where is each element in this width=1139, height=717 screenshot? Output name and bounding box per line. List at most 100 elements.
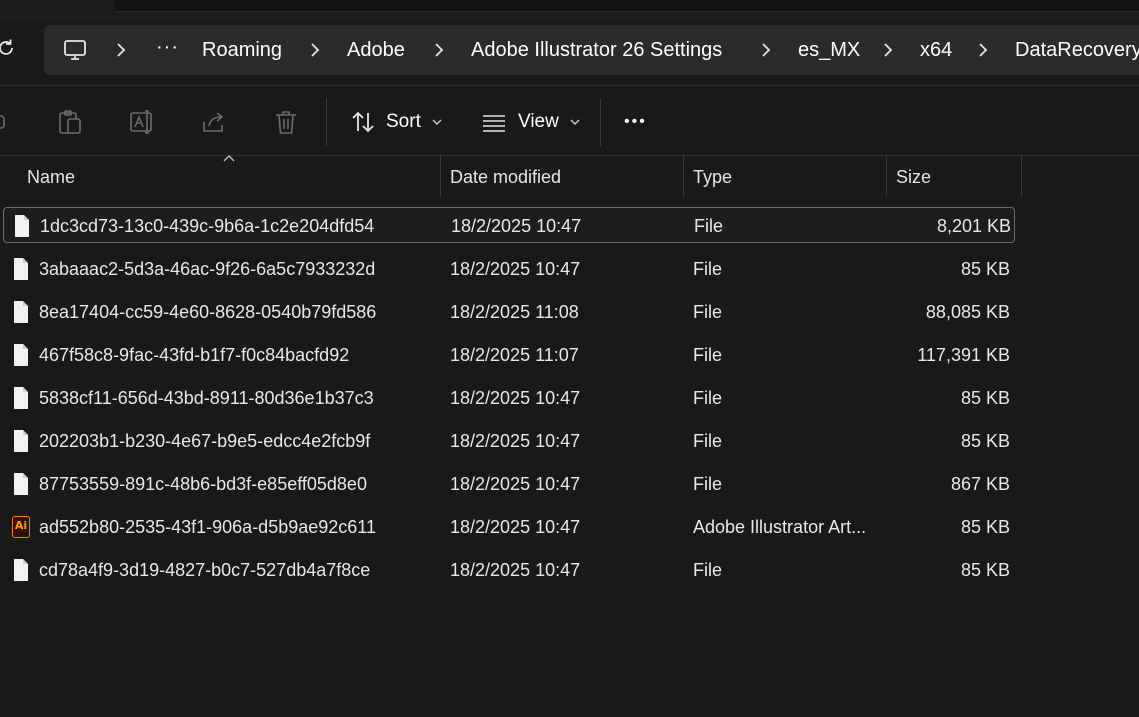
this-pc-icon[interactable] [62,37,88,63]
breadcrumb-x64[interactable]: x64 [920,25,952,75]
file-row[interactable]: 8ea17404-cc59-4e60-8628-0540b79fd586 18/… [3,294,1015,330]
breadcrumb-illustrator-settings[interactable]: Adobe Illustrator 26 Settings [471,25,722,75]
cut-icon[interactable] [0,108,14,136]
window-edge [115,0,1139,12]
column-header-type[interactable]: Type [693,156,732,198]
file-icon [14,258,28,280]
chevron-right-icon[interactable] [431,42,447,58]
file-name: 8ea17404-cc59-4e60-8628-0540b79fd586 [39,302,377,322]
sort-label: Sort [386,111,421,132]
file-type: File [693,560,723,580]
rename-icon[interactable] [128,108,156,136]
address-bar[interactable]: ··· Roaming Adobe Adobe Illustrator 26 S… [44,25,1139,75]
column-resize-handle[interactable] [683,156,684,196]
view-button[interactable]: View [481,102,581,142]
toolbar-separator [600,98,601,146]
file-size: 117,391 KB [917,345,1010,365]
file-type: File [693,259,723,279]
file-date-modified: 18/2/2025 10:47 [450,517,581,537]
file-size: 85 KB [960,431,1010,451]
illustrator-icon: Ai [12,516,30,538]
file-size: 88,085 KB [925,302,1010,322]
sort-ascending-icon [223,155,235,162]
command-bar: Sort View ••• [0,88,1139,156]
file-row[interactable]: 1dc3cd73-13c0-439c-9b6a-1c2e204dfd54 18/… [3,207,1015,243]
breadcrumb-roaming[interactable]: Roaming [202,25,282,75]
view-label: View [518,111,559,132]
file-date-modified: 18/2/2025 11:08 [450,302,579,322]
file-name: 202203b1-b230-4e67-b9e5-edcc4e2fcb9f [39,431,371,451]
file-size: 85 KB [960,517,1010,537]
more-options-button[interactable]: ••• [624,102,647,142]
column-resize-handle[interactable] [1021,156,1022,196]
file-name: 5838cf11-656d-43bd-8911-80d36e1b37c3 [39,388,374,408]
file-row[interactable]: 202203b1-b230-4e67-b9e5-edcc4e2fcb9f 18/… [3,423,1015,459]
file-row[interactable]: 3abaaac2-5d3a-46ac-9f26-6a5c7933232d 18/… [3,251,1015,287]
file-size: 85 KB [960,259,1010,279]
file-date-modified: 18/2/2025 11:07 [450,345,579,365]
file-icon [14,559,28,581]
more-options-icon: ••• [624,113,647,130]
toolbar-separator [326,98,327,146]
file-size: 8,201 KB [936,216,1011,236]
file-icon [14,430,28,452]
file-row[interactable]: 87753559-891c-48b6-bd3f-e85eff05d8e0 18/… [3,466,1015,502]
column-resize-handle[interactable] [440,156,441,196]
file-date-modified: 18/2/2025 10:47 [451,216,582,236]
column-header-date-modified[interactable]: Date modified [450,156,561,198]
file-row[interactable]: 467f58c8-9fac-43fd-b1f7-f0c84bacfd92 18/… [3,337,1015,373]
delete-icon[interactable] [272,108,300,136]
divider [0,155,1139,156]
chevron-down-icon [570,119,580,125]
chevron-right-icon[interactable] [307,42,323,58]
column-resize-handle[interactable] [886,156,887,196]
refresh-icon[interactable] [0,36,18,60]
sort-icon [352,111,374,133]
chevron-right-icon[interactable] [113,42,129,58]
file-name: 3abaaac2-5d3a-46ac-9f26-6a5c7933232d [39,259,376,279]
breadcrumb-adobe[interactable]: Adobe [347,25,405,75]
chevron-down-icon [432,119,442,125]
column-header-name[interactable]: Name [27,156,75,198]
file-name: cd78a4f9-3d19-4827-b0c7-527db4a7f8ce [39,560,371,580]
file-date-modified: 18/2/2025 10:47 [450,474,581,494]
file-date-modified: 18/2/2025 10:47 [450,560,581,580]
file-size: 85 KB [960,388,1010,408]
paste-icon[interactable] [56,108,84,136]
file-date-modified: 18/2/2025 10:47 [450,259,581,279]
chevron-right-icon[interactable] [975,42,991,58]
breadcrumb-es-mx[interactable]: es_MX [798,25,860,75]
file-size: 85 KB [960,560,1010,580]
file-row[interactable]: Ai ad552b80-2535-43f1-906a-d5b9ae92c611 … [3,509,1015,545]
file-type: File [694,216,724,236]
file-type: File [693,388,723,408]
file-name: 1dc3cd73-13c0-439c-9b6a-1c2e204dfd54 [40,216,375,236]
window-title-strip [0,0,1139,22]
file-row[interactable]: 5838cf11-656d-43bd-8911-80d36e1b37c3 18/… [3,380,1015,416]
file-icon [14,344,28,366]
file-date-modified: 18/2/2025 10:47 [450,388,581,408]
sort-button[interactable]: Sort [350,102,443,142]
file-type: File [693,474,723,494]
file-type: Adobe Illustrator Art... [693,517,867,537]
chevron-right-icon[interactable] [880,42,896,58]
share-icon[interactable] [200,108,228,136]
breadcrumb-overflow[interactable]: ··· [156,25,179,75]
file-row[interactable]: cd78a4f9-3d19-4827-b0c7-527db4a7f8ce 18/… [3,552,1015,588]
file-type: File [693,345,723,365]
file-size: 867 KB [950,474,1010,494]
file-icon [14,301,28,323]
file-type: File [693,431,723,451]
column-header-size[interactable]: Size [896,156,931,198]
file-name: 87753559-891c-48b6-bd3f-e85eff05d8e0 [39,474,367,494]
breadcrumb-datarecovery[interactable]: DataRecovery [1015,25,1139,75]
file-type: File [693,302,723,322]
file-icon [15,215,29,237]
file-name: ad552b80-2535-43f1-906a-d5b9ae92c611 [39,517,376,537]
divider [0,85,1139,86]
chevron-right-icon[interactable] [758,42,774,58]
file-date-modified: 18/2/2025 10:47 [450,431,581,451]
file-icon [14,387,28,409]
view-list-icon [483,115,505,132]
file-name: 467f58c8-9fac-43fd-b1f7-f0c84bacfd92 [39,345,350,365]
